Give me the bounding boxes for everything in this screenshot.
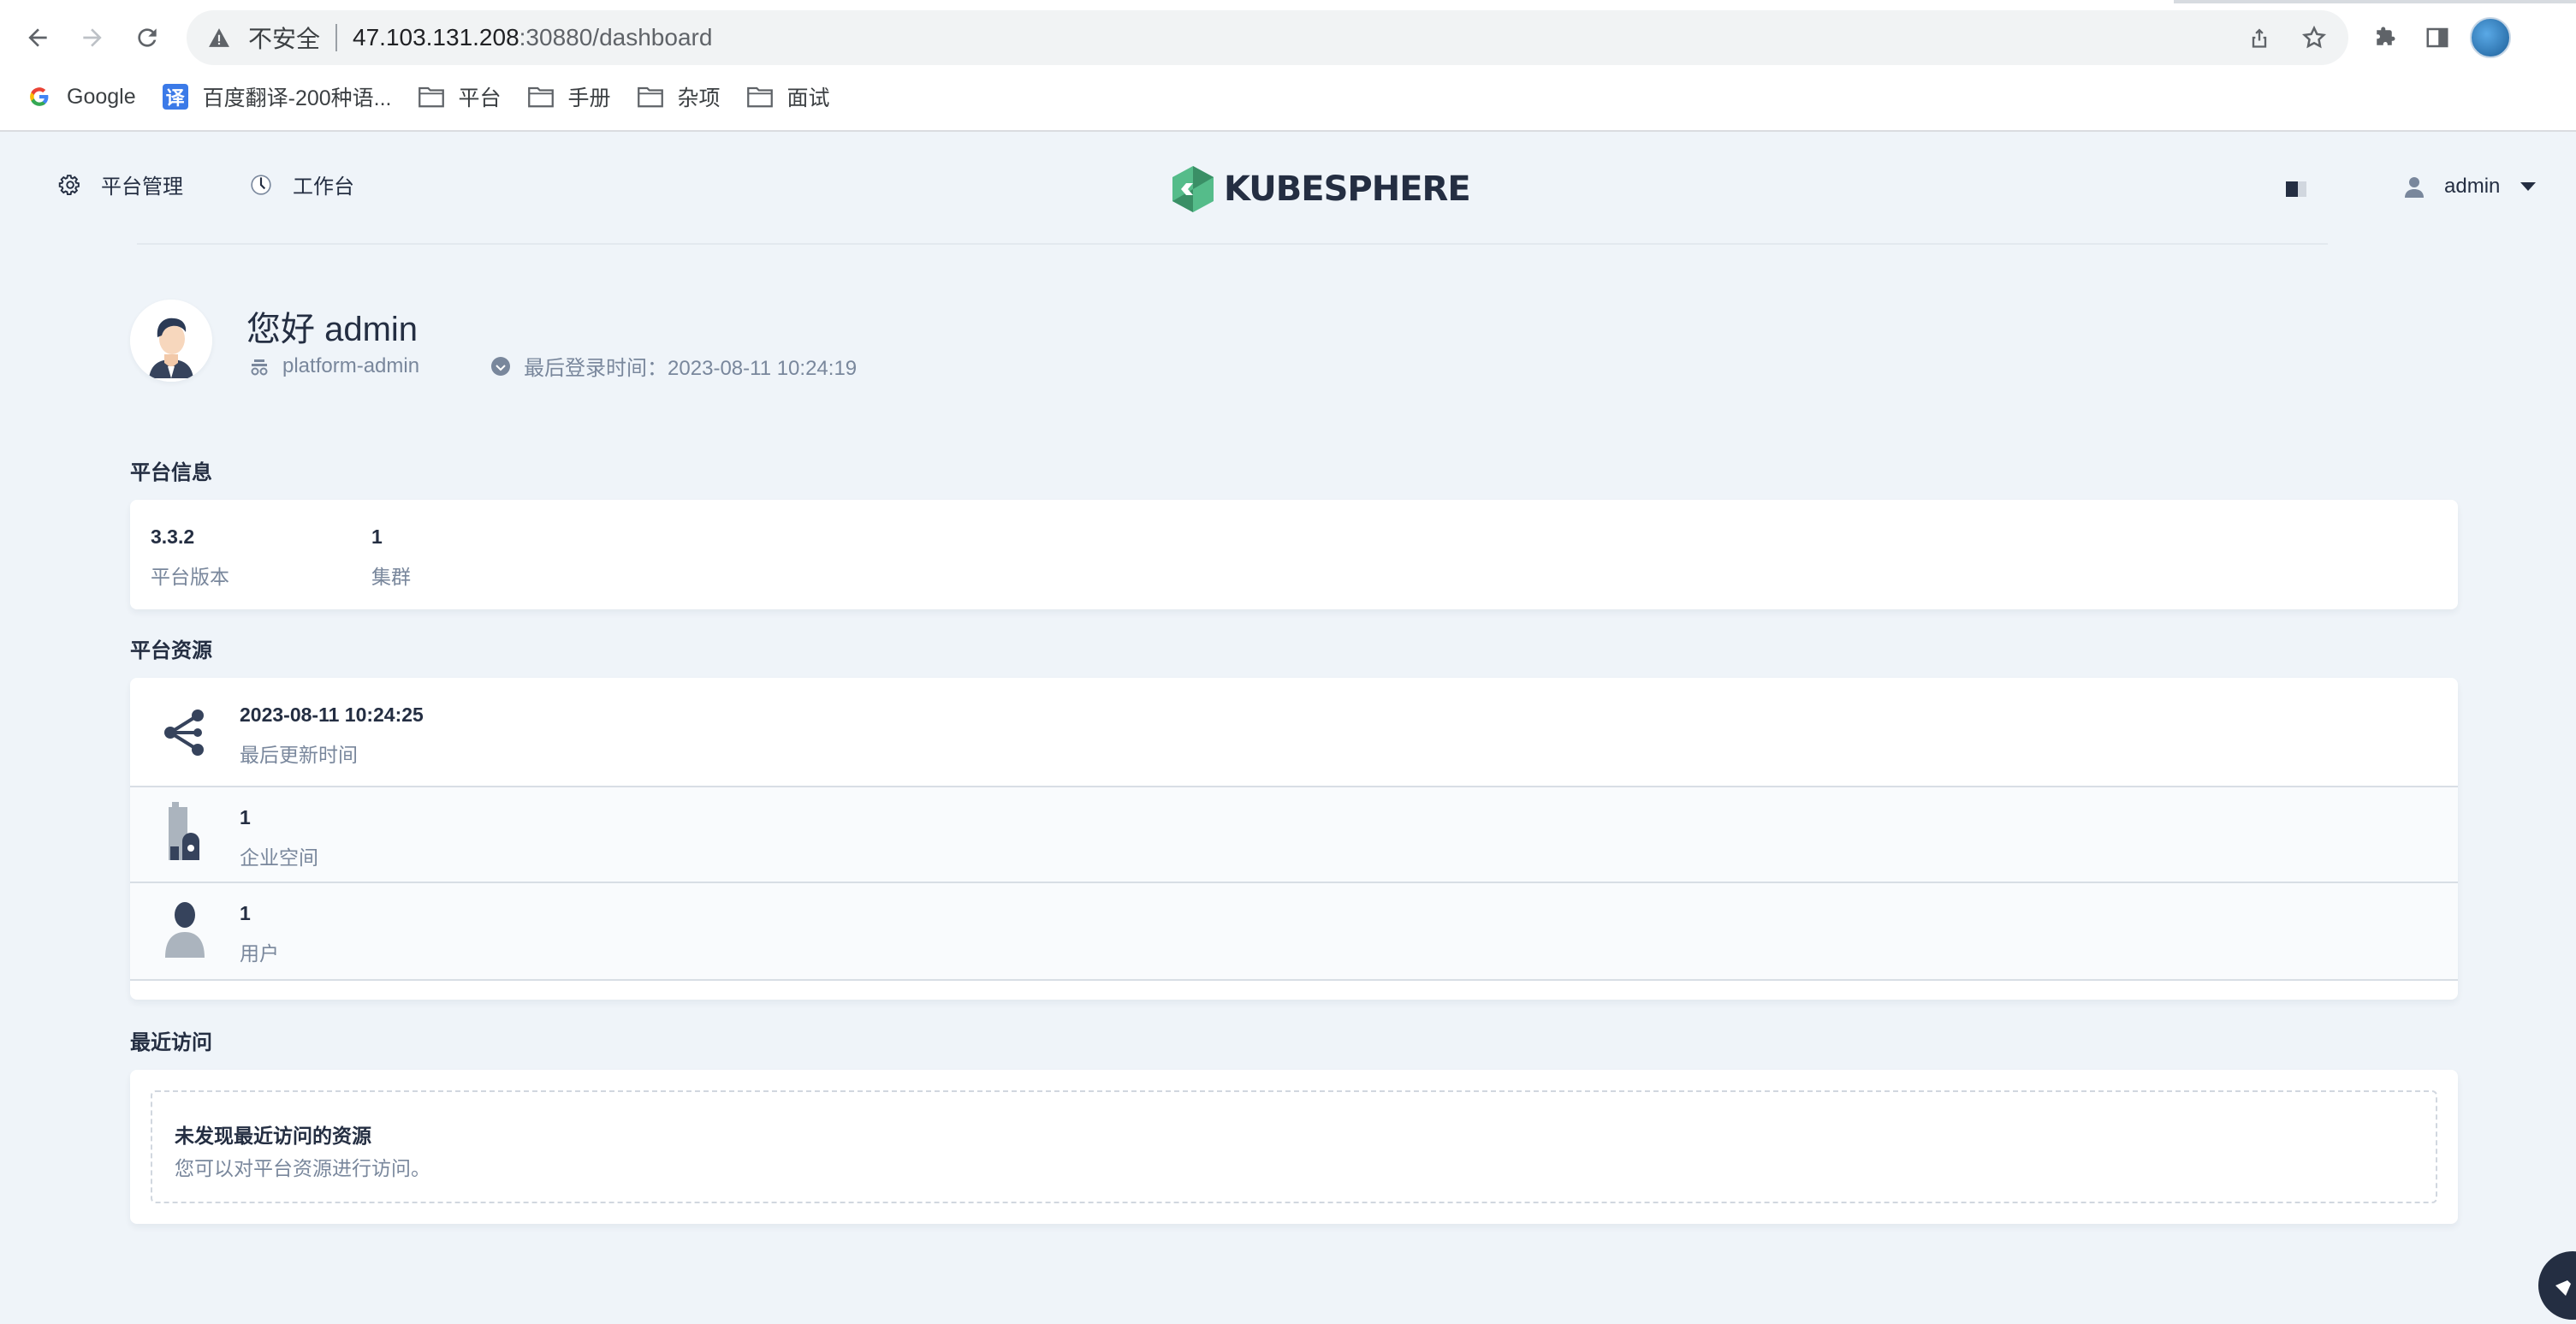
bookmark-label: 杂项 xyxy=(677,86,721,110)
gear-icon xyxy=(56,172,82,198)
bookmark-star-icon[interactable] xyxy=(2294,17,2335,58)
url-text[interactable]: 47.103.131.208:30880/dashboard xyxy=(353,24,712,51)
avatar xyxy=(130,300,212,382)
user-name: admin xyxy=(2444,175,2501,198)
bookmark-label: 平台 xyxy=(458,86,502,110)
platform-resources-title: 平台资源 xyxy=(130,639,212,662)
bookmarks-bar: Google 译 百度翻译-200种语... 平台 手册 杂项 面试 xyxy=(0,75,830,118)
extensions-puzzle-icon[interactable] xyxy=(2364,17,2405,58)
kubesphere-logo[interactable]: KUBESPHERE xyxy=(1171,164,1471,214)
role-text: platform-admin xyxy=(282,353,420,377)
kubesphere-logo-icon xyxy=(1172,166,1214,212)
workbench-label: 工作台 xyxy=(293,175,354,199)
platform-info-card: 3.3.2 平台版本 1 集群 xyxy=(130,500,2458,609)
cluster-count-label: 集群 xyxy=(371,566,411,588)
clock-icon xyxy=(490,355,512,377)
platform-version-label: 平台版本 xyxy=(151,566,229,588)
user-icon xyxy=(2405,175,2424,198)
empty-state: 未发现最近访问的资源 您可以对平台资源进行访问。 xyxy=(151,1090,2437,1203)
bookmark-folder-platform[interactable]: 平台 xyxy=(418,81,502,112)
translate-icon: 译 xyxy=(162,83,189,110)
forward-arrow-icon xyxy=(83,28,102,47)
bookmark-baidu-fanyi[interactable]: 译 百度翻译-200种语... xyxy=(162,81,392,112)
empty-state-description: 您可以对平台资源进行访问。 xyxy=(175,1157,430,1179)
side-panel-icon[interactable] xyxy=(2417,17,2458,58)
back-arrow-icon xyxy=(28,28,47,47)
platform-resources-card: 2023-08-11 10:24:25 最后更新时间 1 企业空间 1 用户 xyxy=(130,678,2458,1000)
compass-icon xyxy=(248,172,274,198)
hammer-icon xyxy=(2555,1280,2571,1296)
reload-icon xyxy=(138,28,157,47)
bookmark-google[interactable]: Google xyxy=(26,83,136,110)
share-nodes-icon xyxy=(161,705,209,760)
folder-icon xyxy=(746,83,774,110)
row-divider xyxy=(130,979,2458,981)
bookmark-folder-misc[interactable]: 杂项 xyxy=(637,81,721,112)
omnibox-divider xyxy=(335,24,338,51)
resource-row-update-time: 2023-08-11 10:24:25 最后更新时间 xyxy=(130,678,2458,787)
warning-icon[interactable] xyxy=(205,24,233,51)
address-bar[interactable]: 不安全 47.103.131.208:30880/dashboard xyxy=(187,10,2348,65)
toolbox-button[interactable] xyxy=(2538,1251,2576,1320)
role-icon xyxy=(248,355,270,377)
page-title: 您好 admin xyxy=(246,311,418,348)
google-icon xyxy=(26,83,53,110)
resource-row-users[interactable]: 1 用户 xyxy=(130,883,2458,981)
recent-visits-title: 最近访问 xyxy=(130,1031,212,1054)
tab-strip-edge xyxy=(2174,0,2576,3)
cluster-count-item: 1 集群 xyxy=(371,525,411,590)
platform-version-value: 3.3.2 xyxy=(151,525,195,548)
platform-info-title: 平台信息 xyxy=(130,461,212,484)
user-count-value: 1 xyxy=(240,902,251,924)
workspace-icon xyxy=(161,802,209,860)
user-icon xyxy=(161,902,209,958)
bookmark-folder-interview[interactable]: 面试 xyxy=(746,81,830,112)
folder-icon xyxy=(527,83,555,110)
share-icon[interactable] xyxy=(2239,17,2280,58)
profile-avatar[interactable] xyxy=(2470,17,2511,58)
platform-version-item: 3.3.2 平台版本 xyxy=(151,525,229,590)
platform-management-label: 平台管理 xyxy=(101,175,183,199)
url-host: 47.103.131.208 xyxy=(353,24,519,50)
bookmark-label: 百度翻译-200种语... xyxy=(202,86,392,110)
folder-icon xyxy=(418,83,445,110)
workspace-count-value: 1 xyxy=(240,806,251,828)
bookmark-folder-manual[interactable]: 手册 xyxy=(527,81,611,112)
forward-button[interactable] xyxy=(72,17,113,58)
folder-icon xyxy=(637,83,664,110)
avatar-illustration xyxy=(130,300,212,382)
theme-toggle-icon[interactable] xyxy=(2285,180,2307,199)
chevron-down-icon xyxy=(2520,182,2537,191)
user-menu[interactable]: admin xyxy=(2405,175,2537,199)
recent-visits-card: 未发现最近访问的资源 您可以对平台资源进行访问。 xyxy=(130,1070,2458,1224)
user-meta: platform-admin 最后登录时间：2023-08-11 10:24:1… xyxy=(248,351,857,381)
bookmark-label: 手册 xyxy=(567,86,611,110)
app-header: 平台管理 工作台 KUBESPHERE admin xyxy=(0,132,2576,245)
header-divider xyxy=(137,243,2328,245)
update-time-value: 2023-08-11 10:24:25 xyxy=(240,704,424,726)
platform-management-menu[interactable]: 平台管理 xyxy=(56,169,183,199)
user-count-label: 用户 xyxy=(240,942,279,965)
update-time-label: 最后更新时间 xyxy=(240,744,358,766)
browser-chrome: 不安全 47.103.131.208:30880/dashboard Googl… xyxy=(0,0,2576,132)
bookmark-label: Google xyxy=(67,84,136,109)
logo-text: KUBESPHERE xyxy=(1224,169,1471,209)
cluster-count-value: 1 xyxy=(371,525,383,548)
last-login-text: 最后登录时间：2023-08-11 10:24:19 xyxy=(524,357,858,380)
workspace-count-label: 企业空间 xyxy=(240,846,318,869)
resource-row-workspaces[interactable]: 1 企业空间 xyxy=(130,787,2458,883)
back-button[interactable] xyxy=(17,17,58,58)
workbench-menu[interactable]: 工作台 xyxy=(248,169,354,199)
url-path: :30880/dashboard xyxy=(519,24,713,50)
empty-state-title: 未发现最近访问的资源 xyxy=(175,1125,371,1147)
bookmark-label: 面试 xyxy=(786,86,830,110)
reload-button[interactable] xyxy=(127,17,168,58)
security-label[interactable]: 不安全 xyxy=(248,21,320,55)
